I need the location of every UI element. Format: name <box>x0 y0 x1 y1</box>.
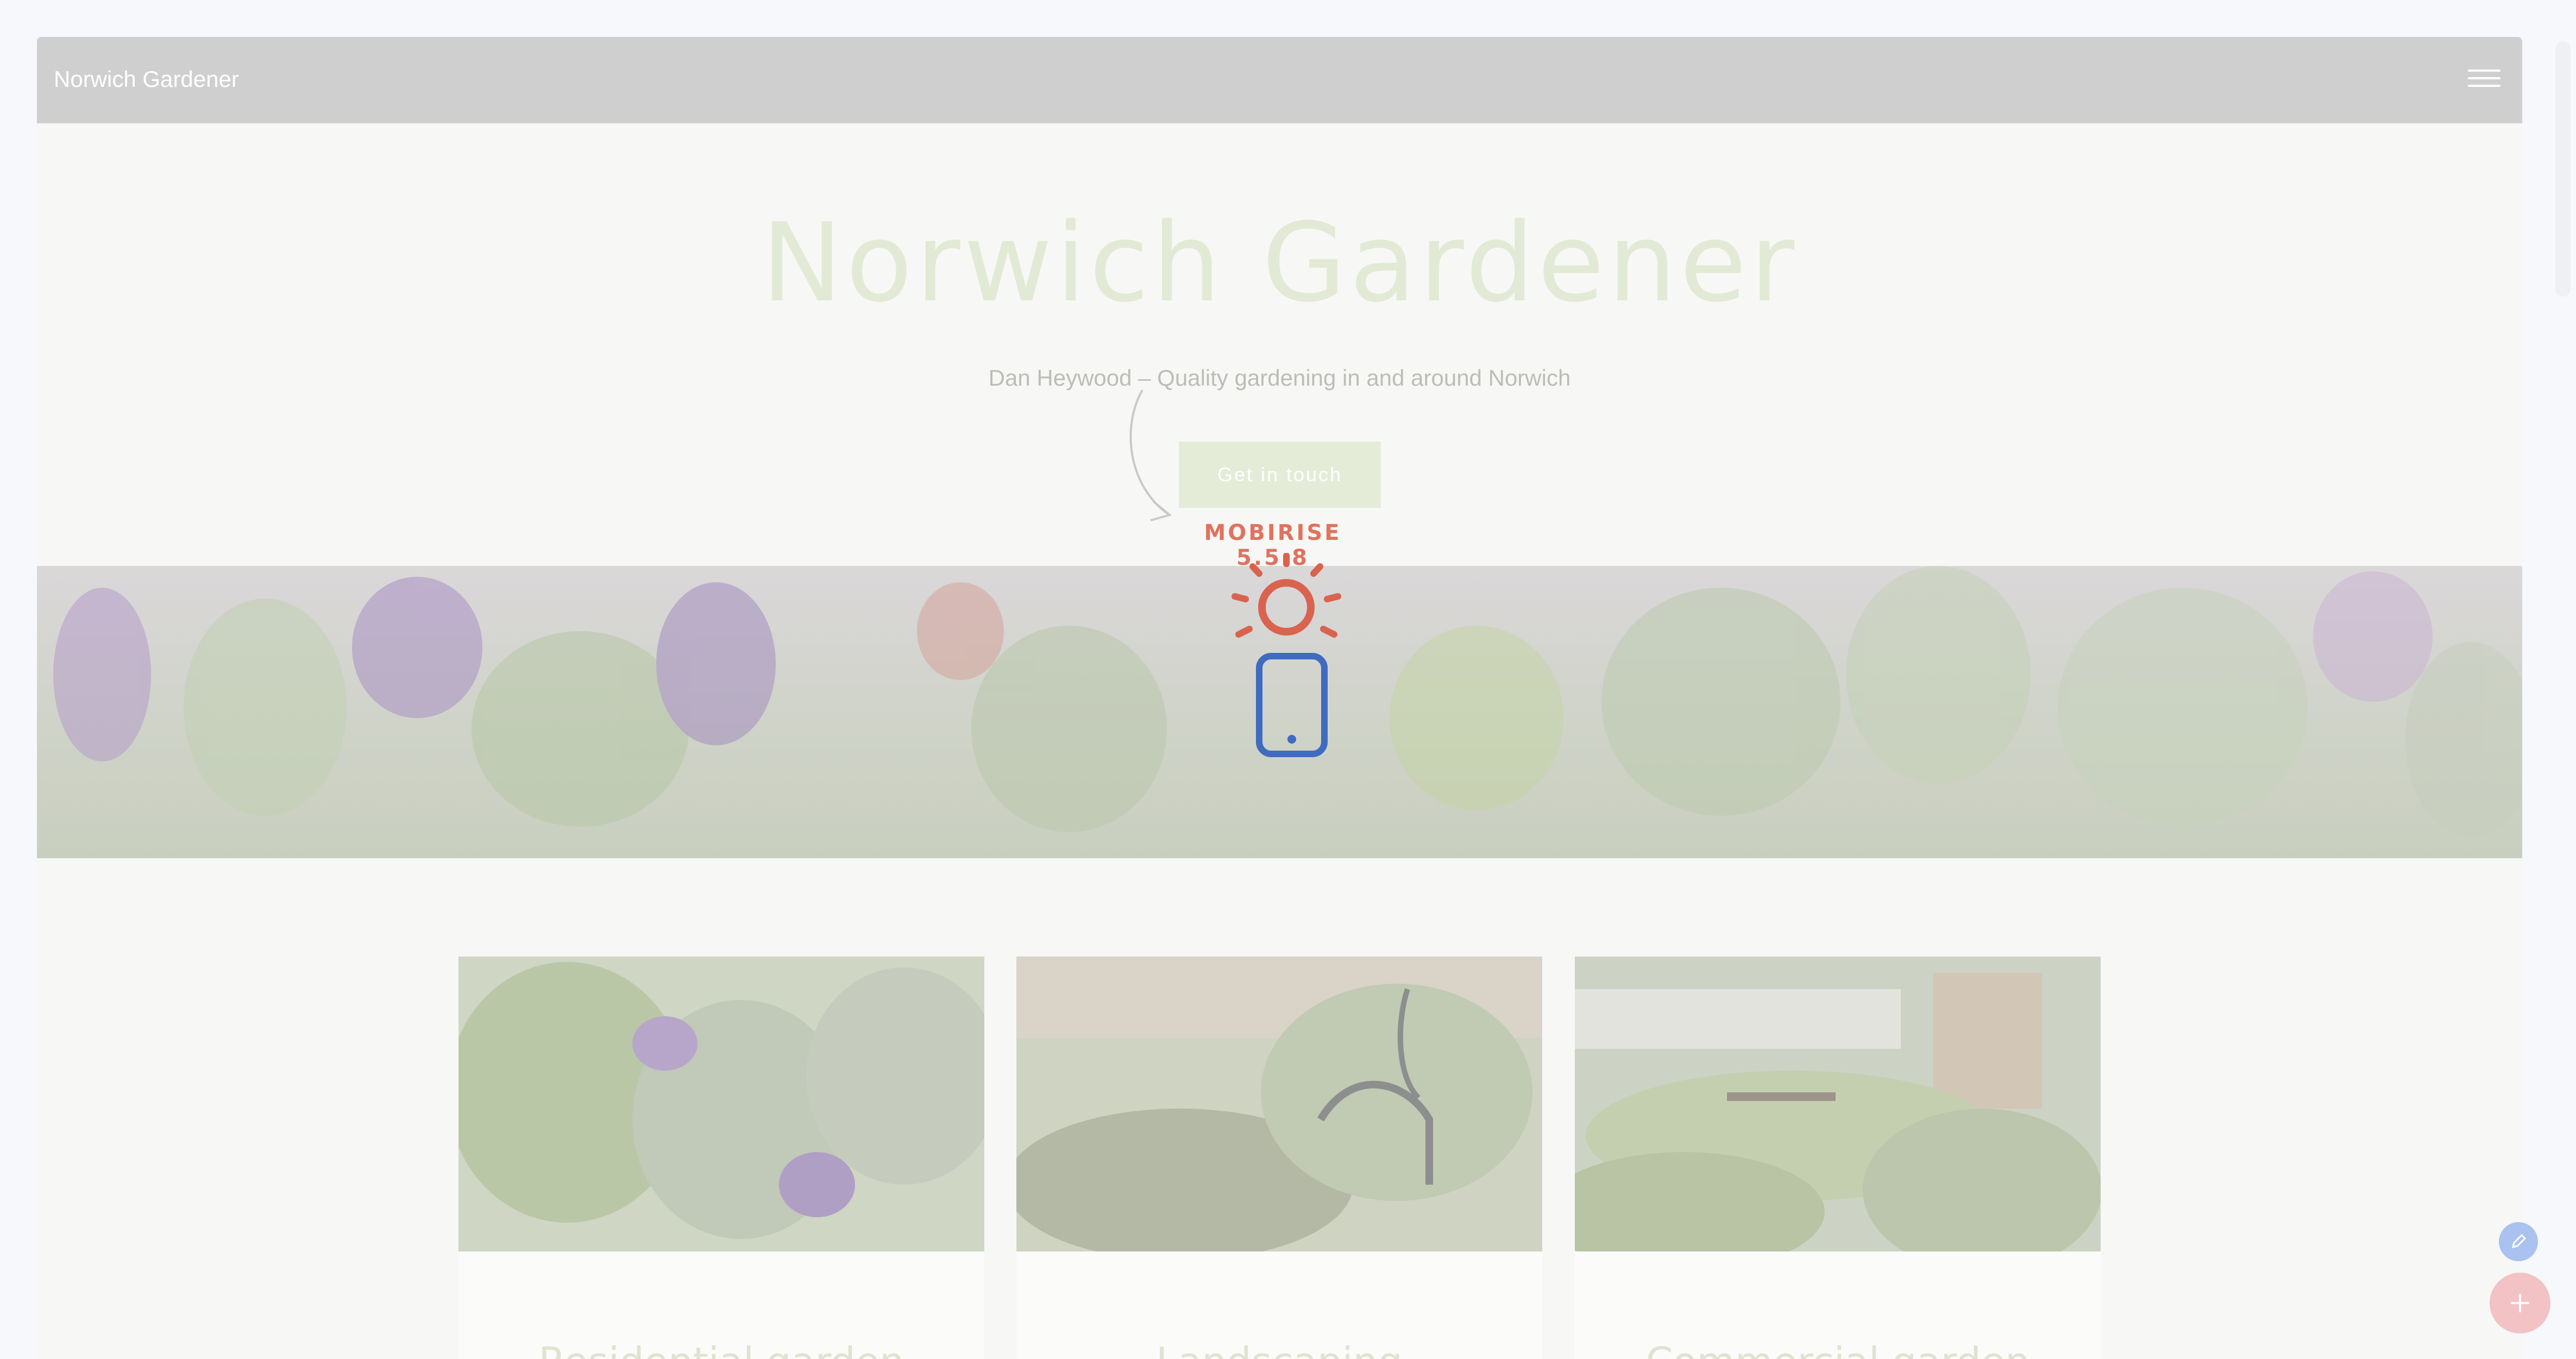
pond-heron-photo <box>1016 957 1542 1251</box>
sun-icon <box>1232 553 1341 757</box>
hamburger-menu-icon[interactable] <box>2468 67 2500 89</box>
curved-arrow-icon <box>1129 390 1172 521</box>
navbar: Norwich Gardener <box>37 37 2522 123</box>
plus-icon[interactable] <box>2490 1273 2550 1333</box>
card-title: Residential garden <box>458 1339 984 1359</box>
pencil-icon[interactable] <box>2499 1222 2538 1261</box>
service-card[interactable]: Residential garden <box>458 957 984 1359</box>
get-in-touch-button[interactable]: Get in touch <box>1179 442 1381 508</box>
page-frame: Norwich Gardener Norwich Gardener Dan He… <box>37 37 2522 1359</box>
scrollbar[interactable] <box>2555 41 2571 297</box>
card-title: Landscaping <box>1016 1339 1542 1359</box>
service-card[interactable]: Commercial garden <box>1575 957 2101 1359</box>
card-title: Commercial garden <box>1575 1339 2101 1359</box>
service-card[interactable]: Landscaping <box>1016 957 1542 1359</box>
hero-title: Norwich Gardener <box>761 200 1798 326</box>
navbar-brand[interactable]: Norwich Gardener <box>54 66 239 92</box>
hero-subtitle: Dan Heywood – Quality gardening in and a… <box>988 365 1571 391</box>
flower-border-photo <box>458 957 984 1251</box>
picnic-garden-photo <box>1575 957 2101 1251</box>
